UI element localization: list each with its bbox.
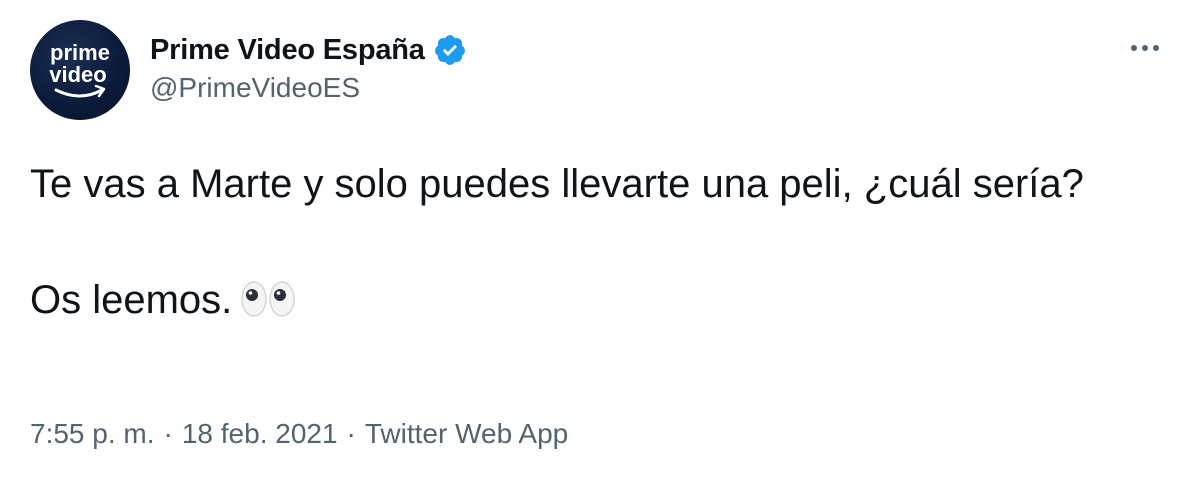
author-display-name[interactable]: Prime Video España [150,34,425,67]
tweet-time[interactable]: 7:55 p. m. [30,418,155,449]
tweet-source[interactable]: Twitter Web App [365,418,568,449]
tweet-text-line2-text: Os leemos. [30,278,233,322]
tweet-metadata: 7:55 p. m. · 18 feb. 2021 · Twitter Web App [30,418,568,450]
tweet-date[interactable]: 18 feb. 2021 [182,418,338,449]
author-avatar[interactable]: prime video [30,20,130,120]
tweet-text: Te vas a Marte y solo puedes llevarte un… [30,155,1090,329]
prime-video-logo: prime video [49,40,110,98]
author-name-row: Prime Video España [150,30,467,70]
meta-separator: · [163,418,173,449]
more-options-icon[interactable] [1128,36,1162,60]
avatar-text-video: video [49,62,106,87]
author-handle[interactable]: @PrimeVideoES [150,72,360,104]
tweet-text-line2: Os leemos. [30,271,1090,329]
eyes-emoji-icon [241,281,296,317]
meta-separator: · [346,418,356,449]
verified-badge-icon [434,35,465,65]
tweet-text-line1: Te vas a Marte y solo puedes llevarte un… [30,162,1084,206]
tweet-card: prime video Prime Video España @PrimeVid… [0,0,1202,484]
smile-arrow-icon [54,88,104,98]
